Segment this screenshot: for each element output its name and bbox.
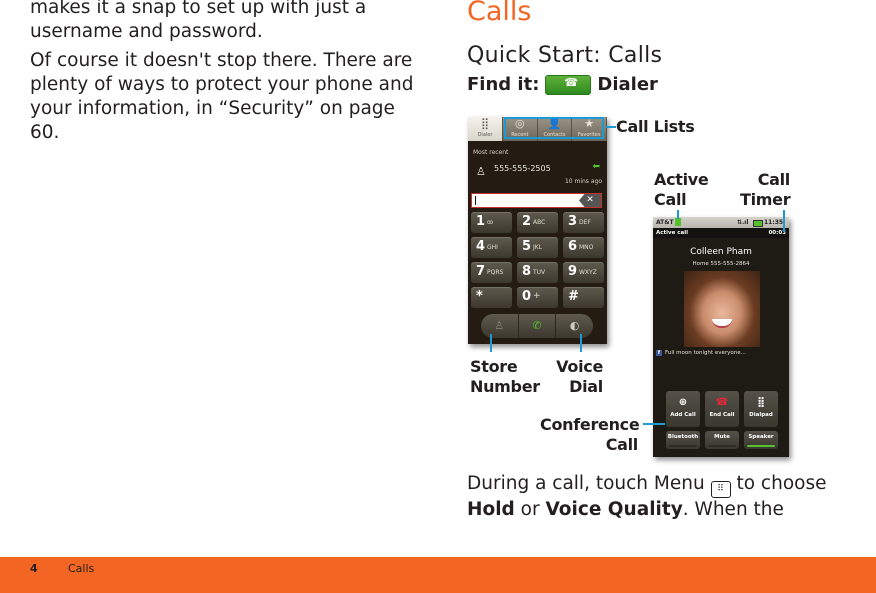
toggle-indicator <box>708 445 736 447</box>
callout-line <box>580 334 582 352</box>
callout-store-number: Store Number <box>470 357 540 396</box>
call-lists-highlight <box>504 117 604 139</box>
voice-dial-button[interactable]: ◐ <box>556 314 593 338</box>
mute-toggle[interactable]: Mute <box>705 431 739 449</box>
end-call-icon: ☎ <box>715 397 729 408</box>
body-paragraph: Of course it doesn't stop there. There a… <box>30 50 414 143</box>
text-caret <box>475 196 476 205</box>
status-time: 11:35 <box>764 219 784 226</box>
battery-icon <box>753 220 763 227</box>
backspace-icon[interactable]: ✕ <box>579 194 601 207</box>
find-it-target: Dialer <box>597 74 658 95</box>
active-call-screenshot: AT&T ⇅.ıl 11:35 Active call 00:03 Collee… <box>653 217 789 457</box>
menu-key-icon: ⠿ <box>710 481 731 498</box>
speaker-toggle[interactable]: Speaker <box>744 431 778 449</box>
toggle-indicator <box>747 445 775 447</box>
callout-call-timer: Call Timer <box>740 170 791 209</box>
end-call-button[interactable]: ☎ End Call <box>705 391 739 427</box>
dial-keypad: 1ꝏ 2 ABC 3 DEF 4 GHI 5 JKL 6 MNO 7 PQRS 8 TUV 9… <box>471 212 604 308</box>
keypad-grid-icon: ⣿ <box>757 397 765 408</box>
callout-voice-dial: Voice Dial <box>556 357 603 396</box>
callout-line <box>490 334 492 352</box>
callout-line <box>677 210 679 219</box>
option-hold: Hold <box>467 499 515 520</box>
dialer-action-bar: ♙ ✆ ◐ <box>481 314 593 338</box>
add-call-button[interactable]: ⊕ Add Call <box>666 391 700 427</box>
phone-handset-icon: ✆ <box>532 319 542 332</box>
social-status-text: Full moon tonight everyone... <box>665 350 746 356</box>
callout-active-call: Active Call <box>654 170 709 209</box>
footer-chapter-title: Calls <box>68 562 95 575</box>
store-number-button[interactable]: ♙ <box>481 314 519 338</box>
key-0[interactable]: 0 + <box>517 287 558 308</box>
key-6[interactable]: 6 MNO <box>563 237 604 258</box>
recent-call-number: 555-555-2505 <box>494 164 551 173</box>
add-circle-icon: ⊕ <box>678 397 688 408</box>
chapter-title: Calls <box>467 0 532 27</box>
social-status: f Full moon tonight everyone... <box>656 350 746 356</box>
most-recent-label: Most recent <box>473 149 509 156</box>
find-it-label: Find it: <box>467 74 540 95</box>
add-contact-icon: ♙ <box>494 319 505 332</box>
voicemail-icon: ꝏ <box>487 219 494 226</box>
callout-line <box>643 423 665 425</box>
active-call-indicator-icon <box>675 218 681 226</box>
active-call-label: Active call <box>656 230 689 236</box>
tab-dialer[interactable]: ⣿ Dialer <box>468 117 503 141</box>
key-8[interactable]: 8 TUV <box>517 262 558 283</box>
call-header: Active call 00:03 <box>653 228 789 238</box>
recent-call-time: 10 mins ago <box>564 178 602 185</box>
page-number: 4 <box>30 562 38 575</box>
key-2[interactable]: 2 ABC <box>517 212 558 233</box>
contact-icon: ♙ <box>476 165 486 178</box>
key-9[interactable]: 9 WXYZ <box>563 262 604 283</box>
incoming-arrow-icon: ⬅ <box>592 162 600 172</box>
caller-name: Colleen Pham <box>690 247 752 257</box>
callout-conference-call: Conference Call <box>540 415 640 454</box>
find-it-line: Find it: ☎ Dialer <box>467 74 658 95</box>
carrier-label: AT&T <box>656 219 674 226</box>
recent-call-row[interactable]: ♙ 555-555-2505 ⬅ 10 mins ago <box>468 157 607 187</box>
key-7[interactable]: 7 PQRS <box>471 262 512 283</box>
key-4[interactable]: 4 GHI <box>471 237 512 258</box>
voice-dial-icon: ◐ <box>569 319 580 332</box>
key-3[interactable]: 3 DEF <box>563 212 604 233</box>
key-hash[interactable]: # <box>563 287 604 308</box>
facebook-icon: f <box>656 350 662 356</box>
page-footer: 4 Calls <box>0 557 876 593</box>
caller-number: Home 555-555-2864 <box>692 261 750 267</box>
body-paragraph: During a call, touch Menu ⠿ to choose Ho… <box>467 473 827 520</box>
dialer-app-icon: ☎ <box>545 74 592 95</box>
callout-line <box>606 126 616 128</box>
section-title: Quick Start: Calls <box>467 43 663 68</box>
dialpad-button[interactable]: ⣿ Dialpad <box>744 391 778 427</box>
option-voice-quality: Voice Quality <box>545 499 683 520</box>
body-paragraph: makes it a snap to set up with just a us… <box>30 0 367 42</box>
callout-call-lists: Call Lists <box>616 117 695 136</box>
photo-detail <box>712 319 732 328</box>
keypad-grid-icon: ⣿ <box>480 117 490 130</box>
signal-icon: ⇅.ıl <box>737 219 749 226</box>
toggle-indicator <box>669 445 697 447</box>
callout-line <box>783 210 785 232</box>
bluetooth-toggle[interactable]: Bluetooth <box>666 431 700 449</box>
key-1[interactable]: 1ꝏ <box>471 212 512 233</box>
key-5[interactable]: 5 JKL <box>517 237 558 258</box>
key-star[interactable]: * <box>471 287 512 308</box>
caller-photo <box>684 271 760 347</box>
dial-number-input[interactable]: ✕ <box>471 193 602 208</box>
status-bar: AT&T ⇅.ıl 11:35 <box>653 217 789 228</box>
phone-handset-icon: ☎ <box>564 75 579 89</box>
call-controls: ⊕ Add Call ☎ End Call ⣿ Dialpad Bluetooth M… <box>666 391 778 449</box>
dialer-screenshot: ⣿ Dialer ◎ Recent 👤 Contacts ★ Favorites… <box>468 117 607 344</box>
call-button[interactable]: ✆ <box>519 314 557 338</box>
